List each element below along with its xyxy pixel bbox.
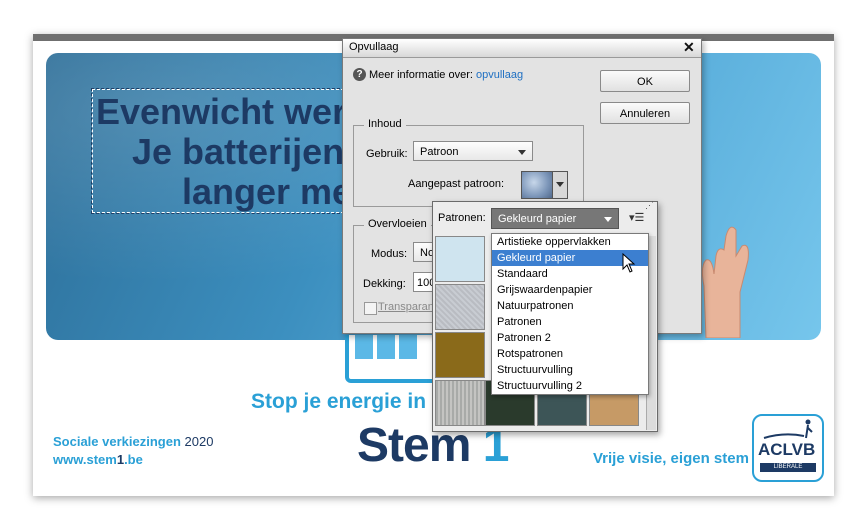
chevron-down-icon <box>518 150 526 155</box>
use-select[interactable]: Patroon <box>413 141 533 161</box>
transparency-label: Transparan <box>378 301 434 313</box>
social-elections-label: Sociale verkiezingen 2020 <box>53 434 213 449</box>
list-menu-icon[interactable]: ▾☰ <box>629 211 644 224</box>
patterns-set-select[interactable]: Gekleurd papier <box>491 208 619 229</box>
pattern-swatch[interactable] <box>435 380 485 426</box>
dropdown-option[interactable]: Patronen 2 <box>492 330 648 346</box>
website-prefix: www.stem <box>53 452 117 467</box>
pattern-swatch[interactable] <box>435 284 485 330</box>
figure-icon <box>763 419 813 439</box>
help-text: Meer informatie over: <box>369 69 473 81</box>
dropdown-option[interactable]: Patronen <box>492 314 648 330</box>
help-icon[interactable]: ? <box>353 68 366 81</box>
ok-button[interactable]: OK <box>600 70 690 92</box>
social-label: Sociale verkiezingen <box>53 434 181 449</box>
close-icon[interactable]: ✕ <box>683 39 695 56</box>
slogan-text: Stop je energie in ee <box>251 390 456 413</box>
dropdown-option[interactable]: Rotspatronen <box>492 346 648 362</box>
transparency-checkbox[interactable] <box>364 302 377 315</box>
website-suffix: .be <box>124 452 143 467</box>
dropdown-option[interactable]: Artistieke oppervlakken <box>492 234 648 250</box>
website-number: 1 <box>116 452 125 467</box>
website-url: www.stem1.be <box>53 452 143 467</box>
cancel-button[interactable]: Annuleren <box>600 102 690 124</box>
battery-cell <box>377 335 395 359</box>
content-legend: Inhoud <box>364 118 406 130</box>
chevron-down-icon <box>604 217 612 222</box>
blend-legend: Overvloeien <box>364 218 431 230</box>
patterns-selected: Gekleurd papier <box>498 213 577 225</box>
dropdown-option[interactable]: Natuurpatronen <box>492 298 648 314</box>
help-link[interactable]: opvullaag <box>476 69 523 81</box>
battery-cell <box>355 335 373 359</box>
pattern-swatch[interactable] <box>435 332 485 378</box>
pattern-swatch[interactable] <box>435 236 485 282</box>
mouse-cursor-icon <box>622 253 636 273</box>
custom-pattern-label: Aangepast patroon: <box>408 178 505 190</box>
use-value: Patroon <box>420 146 459 158</box>
marquee-selection[interactable] <box>91 88 345 214</box>
logo-subtext: LIBERALE VAKBOND <box>760 463 816 479</box>
aclvb-logo: ACLVB LIBERALE VAKBOND <box>752 414 824 482</box>
dropdown-option[interactable]: Grijswaardenpapier <box>492 282 648 298</box>
content-group: Inhoud Gebruik: Patroon Aangepast patroo… <box>353 118 584 207</box>
use-label: Gebruik: <box>366 148 408 160</box>
opacity-label: Dekking: <box>363 278 406 290</box>
battery-cell <box>399 335 417 359</box>
more-info-text: Meer informatie over: opvullaag <box>369 69 523 81</box>
dialog-titlebar[interactable]: Opvullaag ✕ <box>343 39 701 58</box>
tagline-text: Vrije visie, eigen stem <box>593 450 749 467</box>
battery-graphic <box>345 335 443 383</box>
patterns-label: Patronen: <box>438 212 486 224</box>
logo-text: ACLVB <box>758 440 816 459</box>
social-year: 2020 <box>184 434 214 449</box>
pattern-preview-swatch[interactable] <box>521 171 553 199</box>
hand-image <box>701 226 749 338</box>
mode-label: Modus: <box>371 248 408 260</box>
dialog-title: Opvullaag <box>349 41 399 53</box>
pattern-picker-button[interactable] <box>552 171 568 199</box>
resize-grip-icon[interactable]: ⋰ <box>645 200 654 211</box>
dropdown-option[interactable]: Structuurvulling <box>492 362 648 378</box>
chevron-down-icon <box>556 182 564 187</box>
dropdown-option[interactable]: Structuurvulling 2 <box>492 378 648 394</box>
